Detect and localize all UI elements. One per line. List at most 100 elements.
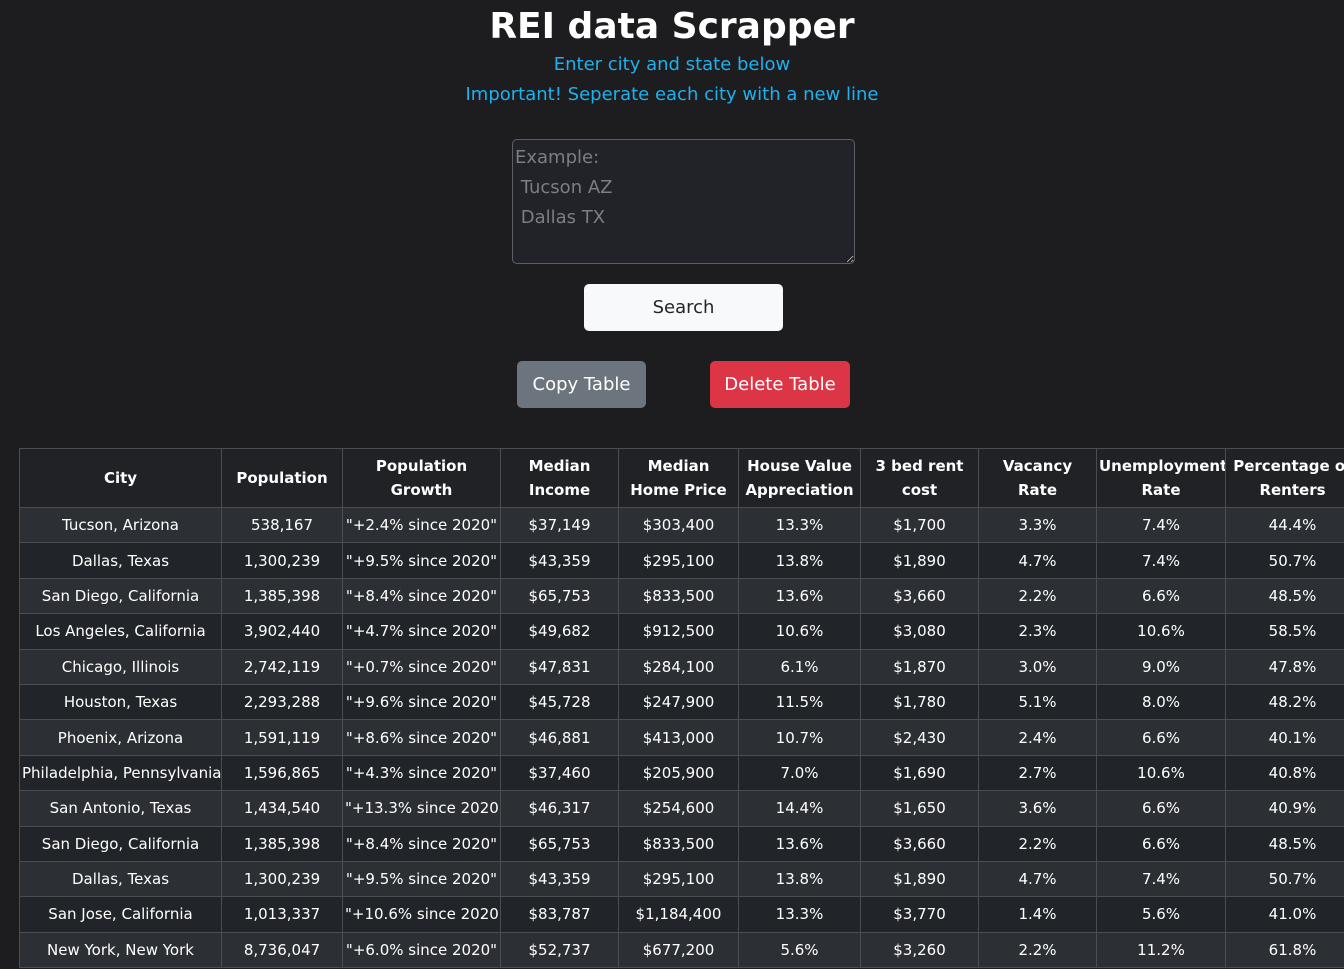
table-cell: 47.8% bbox=[1225, 648, 1344, 685]
table-cell: "+4.7% since 2020" bbox=[342, 613, 501, 650]
table-cell: $1,700 bbox=[860, 506, 979, 544]
table-row: San Diego, California 1,385,398 "+8.4% sin… bbox=[19, 825, 1344, 862]
page-title: REI data Scrapper bbox=[489, 6, 855, 47]
table-cell: 40.1% bbox=[1225, 719, 1344, 756]
table-cell: 2.2% bbox=[978, 577, 1097, 615]
table-cell: $1,890 bbox=[860, 542, 979, 579]
table-cell: "+9.5% since 2020" bbox=[342, 542, 501, 579]
table-cell: $1,650 bbox=[860, 790, 979, 827]
table-cell: 40.9% bbox=[1225, 790, 1344, 827]
table-cell: $83,787 bbox=[500, 896, 619, 933]
results-table: City Population Population Growth Median… bbox=[19, 448, 1344, 969]
table-row: Dallas, Texas 1,300,239 "+9.5% since 2020"… bbox=[19, 542, 1344, 579]
table-row: Dallas, Texas 1,300,239 "+9.5% since 2020"… bbox=[19, 860, 1344, 898]
table-cell: 8.0% bbox=[1096, 683, 1226, 721]
table-cell: 48.2% bbox=[1225, 683, 1344, 721]
table-cell: "+4.3% since 2020" bbox=[342, 754, 501, 792]
page-subtitle: Enter city and state below bbox=[553, 54, 791, 75]
table-cell: 58.5% bbox=[1225, 613, 1344, 650]
table-cell: 538,167 bbox=[221, 506, 343, 544]
table-cell: 6.1% bbox=[738, 648, 861, 685]
table-cell: $3,660 bbox=[860, 577, 979, 615]
column-header: Vacancy Rate bbox=[978, 448, 1097, 508]
table-cell: $37,460 bbox=[500, 754, 619, 792]
table-cell: San Antonio, Texas bbox=[19, 790, 222, 827]
table-cell: $2,430 bbox=[860, 719, 979, 756]
table-cell: $295,100 bbox=[618, 542, 739, 579]
delete-table-button[interactable]: Delete Table bbox=[710, 361, 850, 408]
table-cell: 2,742,119 bbox=[221, 648, 343, 685]
table-cell: 7.4% bbox=[1096, 542, 1226, 579]
table-cell: $1,690 bbox=[860, 754, 979, 792]
table-cell: 2.3% bbox=[978, 613, 1097, 650]
table-cell: $833,500 bbox=[618, 825, 739, 862]
table-cell: "+2.4% since 2020" bbox=[342, 506, 501, 544]
table-cell: 2.4% bbox=[978, 719, 1097, 756]
table-cell: $37,149 bbox=[500, 506, 619, 544]
table-row: Tucson, Arizona 538,167 "+2.4% since 2020"… bbox=[19, 506, 1344, 544]
table-cell: "+6.0% since 2020" bbox=[342, 931, 501, 969]
table-cell: 7.4% bbox=[1096, 506, 1226, 544]
table-cell: "+8.4% since 2020" bbox=[342, 577, 501, 615]
table-cell: 6.6% bbox=[1096, 790, 1226, 827]
table-cell: $46,881 bbox=[500, 719, 619, 756]
table-row: San Diego, California 1,385,398 "+8.4% sin… bbox=[19, 577, 1344, 615]
table-row: Chicago, Illinois 2,742,119 "+0.7% since 2… bbox=[19, 648, 1344, 685]
table-cell: $3,260 bbox=[860, 931, 979, 969]
table-cell: 13.3% bbox=[738, 506, 861, 544]
table-cell: $3,770 bbox=[860, 896, 979, 933]
table-cell: Phoenix, Arizona bbox=[19, 719, 222, 756]
table-cell: 5.6% bbox=[1096, 896, 1226, 933]
column-header: Median Income bbox=[500, 448, 619, 508]
table-cell: 41.0% bbox=[1225, 896, 1344, 933]
table-cell: "+0.7% since 2020" bbox=[342, 648, 501, 685]
table-cell: Houston, Texas bbox=[19, 683, 222, 721]
table-row: Phoenix, Arizona 1,591,119 "+8.6% since 20… bbox=[19, 719, 1344, 756]
table-cell: 1,385,398 bbox=[221, 577, 343, 615]
table-cell: 48.5% bbox=[1225, 825, 1344, 862]
table-cell: 3,902,440 bbox=[221, 613, 343, 650]
table-cell: 1,434,540 bbox=[221, 790, 343, 827]
table-cell: 10.6% bbox=[1096, 613, 1226, 650]
column-header: Population Growth bbox=[342, 448, 501, 508]
copy-table-button[interactable]: Copy Table bbox=[517, 361, 646, 408]
results-table-container: City Population Population Growth Median… bbox=[19, 448, 1344, 969]
table-cell: San Jose, California bbox=[19, 896, 222, 933]
table-cell: New York, New York bbox=[19, 931, 222, 969]
table-cell: 1,300,239 bbox=[221, 542, 343, 579]
column-header: Percentage of Renters bbox=[1225, 448, 1344, 508]
table-cell: 10.7% bbox=[738, 719, 861, 756]
table-cell: $45,728 bbox=[500, 683, 619, 721]
table-cell: $1,184,400 bbox=[618, 896, 739, 933]
table-row: San Jose, California 1,013,337 "+10.6% sin… bbox=[19, 896, 1344, 933]
table-cell: 1,300,239 bbox=[221, 860, 343, 898]
table-cell: 2,293,288 bbox=[221, 683, 343, 721]
table-cell: $413,000 bbox=[618, 719, 739, 756]
table-cell: $912,500 bbox=[618, 613, 739, 650]
column-header: Median Home Price bbox=[618, 448, 739, 508]
table-cell: 9.0% bbox=[1096, 648, 1226, 685]
column-header: House Value Appreciation bbox=[738, 448, 861, 508]
table-cell: Los Angeles, California bbox=[19, 613, 222, 650]
table-cell: 3.3% bbox=[978, 506, 1097, 544]
table-cell: $677,200 bbox=[618, 931, 739, 969]
table-cell: $284,100 bbox=[618, 648, 739, 685]
table-cell: 13.8% bbox=[738, 542, 861, 579]
table-body: Tucson, Arizona 538,167 "+2.4% since 2020"… bbox=[19, 506, 1344, 969]
table-cell: 11.2% bbox=[1096, 931, 1226, 969]
table-cell: "+13.3% since 2020" bbox=[342, 790, 501, 827]
table-cell: Dallas, Texas bbox=[19, 860, 222, 898]
table-cell: $65,753 bbox=[500, 825, 619, 862]
table-cell: $52,737 bbox=[500, 931, 619, 969]
table-row: New York, New York 8,736,047 "+6.0% since … bbox=[19, 931, 1344, 969]
table-cell: $3,660 bbox=[860, 825, 979, 862]
table-cell: 10.6% bbox=[738, 613, 861, 650]
table-cell: $65,753 bbox=[500, 577, 619, 615]
table-cell: 13.3% bbox=[738, 896, 861, 933]
table-cell: 4.7% bbox=[978, 542, 1097, 579]
city-input[interactable] bbox=[512, 139, 855, 264]
table-row: San Antonio, Texas 1,434,540 "+13.3% since… bbox=[19, 790, 1344, 827]
search-button[interactable]: Search bbox=[584, 284, 783, 331]
table-cell: 11.5% bbox=[738, 683, 861, 721]
table-cell: 2.7% bbox=[978, 754, 1097, 792]
